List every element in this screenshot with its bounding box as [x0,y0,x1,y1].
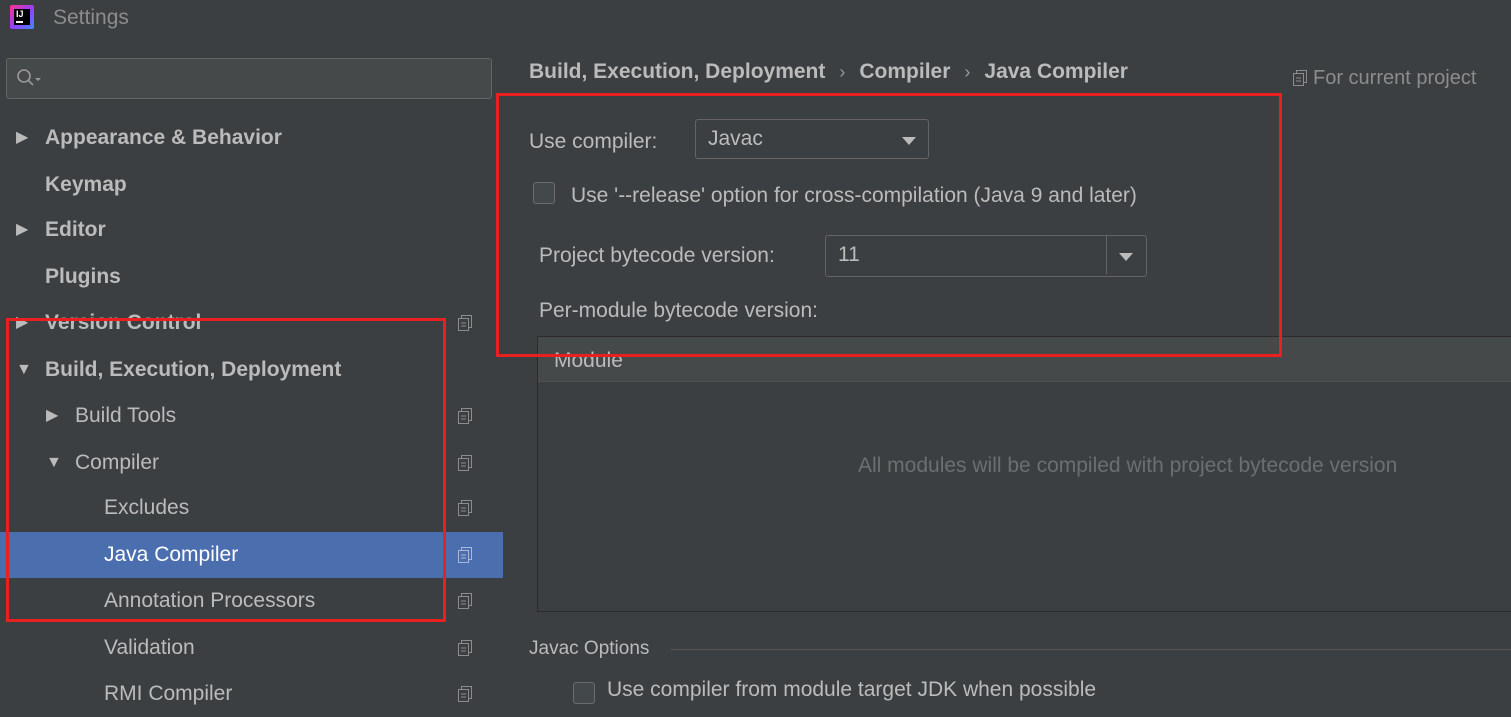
bytecode-version-select[interactable]: 11 [825,235,1147,277]
javac-option-checkbox[interactable] [573,682,595,704]
combo-divider [1106,236,1107,274]
use-compiler-select[interactable]: Javac [695,119,929,159]
sidebar-item-annotation-processors[interactable]: Annotation Processors [0,578,507,624]
search-input[interactable] [47,65,481,93]
sidebar-item-label: Excludes [104,496,190,519]
sidebar-item-label: Validation [104,636,195,659]
sidebar-item-editor[interactable]: ▶ Editor [0,207,507,253]
per-module-table[interactable]: Module All modules will be compiled with… [537,336,1511,612]
sidebar-item-build-tools[interactable]: ▶ Build Tools [0,393,507,439]
settings-sidebar: ▶ Appearance & Behavior Keymap ▶ Editor … [0,38,507,705]
tree-arrow-icon[interactable]: ▶ [46,393,58,439]
sidebar-item-label: Editor [45,218,106,241]
per-module-label: Per-module bytecode version: [539,299,818,322]
window-title: Settings [53,6,129,29]
sidebar-item-label: Build Tools [75,404,177,427]
tree-arrow-icon[interactable]: ▶ [16,115,28,161]
section-divider [671,649,1511,650]
breadcrumb: Build, Execution, Deployment › Compiler › Ja… [529,60,1128,84]
copy-settings-icon [458,686,472,702]
logo-text: IJ [16,9,24,19]
dropdown-caret-icon[interactable] [1119,253,1133,261]
release-option-checkbox[interactable] [533,182,555,204]
sidebar-item-label: Java Compiler [104,543,239,566]
use-compiler-value: Javac [708,127,763,150]
tree-arrow-icon[interactable]: ▶ [16,300,28,346]
title-bar: IJ Settings [0,0,1511,38]
scope-indicator: For current project [1293,67,1476,90]
use-compiler-label: Use compiler: [529,130,658,153]
release-option-label: Use '--release' option for cross-compila… [571,184,1137,207]
intellij-logo-icon: IJ [10,5,34,29]
javac-options-title: Javac Options [529,638,650,659]
sidebar-item-build-execution-deployment[interactable]: ▼ Build, Execution, Deployment [0,347,507,393]
settings-content: Build, Execution, Deployment › Compiler › Ja… [496,38,1511,704]
breadcrumb-separator: › [839,62,846,82]
dropdown-caret-icon [902,137,916,145]
tree-arrow-icon[interactable]: ▶ [16,207,28,253]
copy-settings-icon [1293,70,1307,86]
copy-settings-icon [458,408,472,424]
sidebar-item-version-control[interactable]: ▶ Version Control [0,300,507,346]
sidebar-item-label: Version Control [45,311,202,334]
sidebar-item-label: Compiler [75,451,160,474]
copy-settings-icon [458,500,472,516]
copy-settings-icon [458,315,472,331]
breadcrumb-item[interactable]: Compiler [859,60,950,83]
tree-arrow-icon[interactable]: ▼ [16,347,32,393]
sidebar-item-rmi-compiler[interactable]: RMI Compiler [0,671,507,717]
sidebar-item-compiler[interactable]: ▼ Compiler [0,440,507,486]
copy-settings-icon [458,455,472,471]
javac-option-label: Use compiler from module target JDK when… [607,678,1097,701]
sidebar-item-java-compiler[interactable]: Java Compiler [0,532,503,578]
breadcrumb-item: Java Compiler [984,60,1128,83]
sidebar-item-label: Keymap [45,173,127,196]
sidebar-item-keymap[interactable]: Keymap [0,162,507,208]
sidebar-item-validation[interactable]: Validation [0,625,507,671]
copy-settings-icon [458,640,472,656]
copy-settings-icon [458,593,472,609]
bytecode-version-label: Project bytecode version: [539,244,775,267]
empty-table-text: All modules will be compiled with projec… [858,454,1398,477]
copy-settings-icon [458,547,472,563]
sidebar-item-plugins[interactable]: Plugins [0,254,507,300]
sidebar-item-label: Plugins [45,265,121,288]
sidebar-item-label: Appearance & Behavior [45,126,282,149]
module-column-header[interactable]: Module [538,337,1511,382]
sidebar-item-excludes[interactable]: Excludes [0,485,507,531]
search-icon[interactable] [16,68,42,88]
sidebar-item-appearance-behavior[interactable]: ▶ Appearance & Behavior [0,115,507,161]
breadcrumb-item[interactable]: Build, Execution, Deployment [529,60,825,83]
sidebar-item-label: Build, Execution, Deployment [45,358,342,381]
scope-label: For current project [1313,67,1477,89]
module-column-label: Module [554,349,623,372]
tree-arrow-icon[interactable]: ▼ [46,440,62,486]
search-box[interactable] [6,58,492,99]
sidebar-item-label: RMI Compiler [104,682,233,705]
sidebar-item-label: Annotation Processors [104,589,316,612]
breadcrumb-separator: › [964,62,971,82]
bytecode-version-value: 11 [838,243,860,266]
